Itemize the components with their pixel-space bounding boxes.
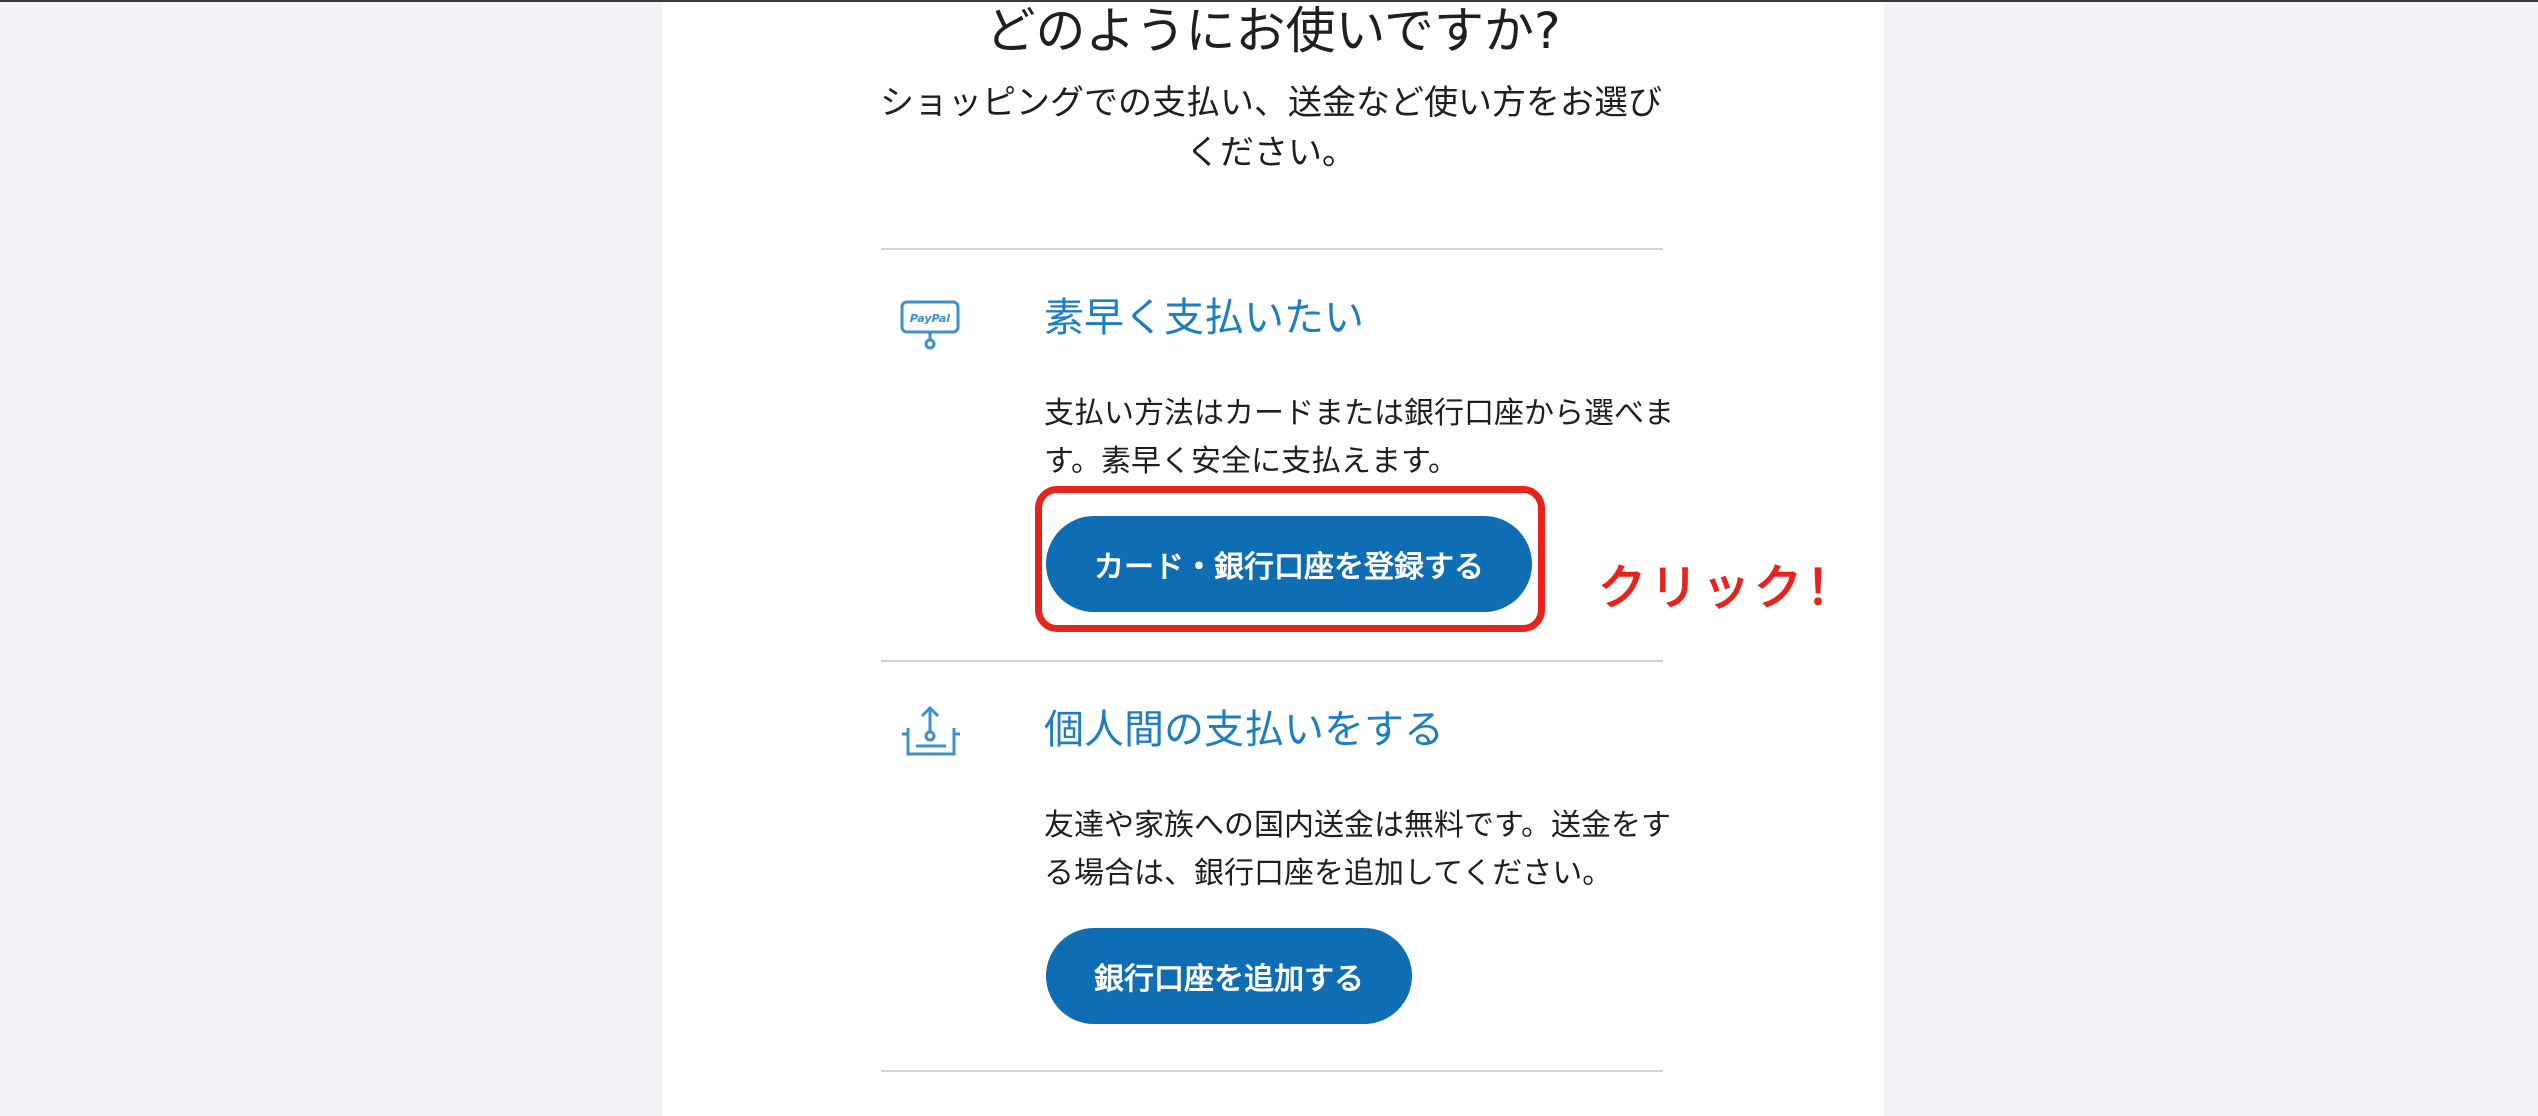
option-title: 素早く支払いたい [1044, 295, 1364, 341]
option-description: 支払い方法はカードまたは銀行口座から選べます。素早く安全に支払えます。 [1044, 396, 1674, 479]
add-bank-account-button[interactable]: 銀行口座を追加する [1046, 928, 1412, 1024]
divider-top [881, 248, 1663, 250]
divider-bottom [881, 1070, 1663, 1072]
page-subtitle: ショッピングでの支払い、送金など使い方をお選びください。 [880, 83, 1662, 173]
option-title: 個人間の支払いをする [1044, 707, 1444, 753]
paypal-card-icon: PayPal [896, 294, 964, 352]
send-money-icon [896, 704, 964, 762]
click-callout: クリック！ [1598, 560, 1859, 616]
highlight-box [1035, 486, 1545, 632]
svg-text:PayPal: PayPal [910, 312, 950, 325]
page-title: どのようにお使いですか? [985, 2, 1561, 60]
divider-middle [881, 660, 1663, 662]
option-description: 友達や家族への国内送金は無料です。送金をする場合は、銀行口座を追加してください。 [1044, 808, 1671, 891]
